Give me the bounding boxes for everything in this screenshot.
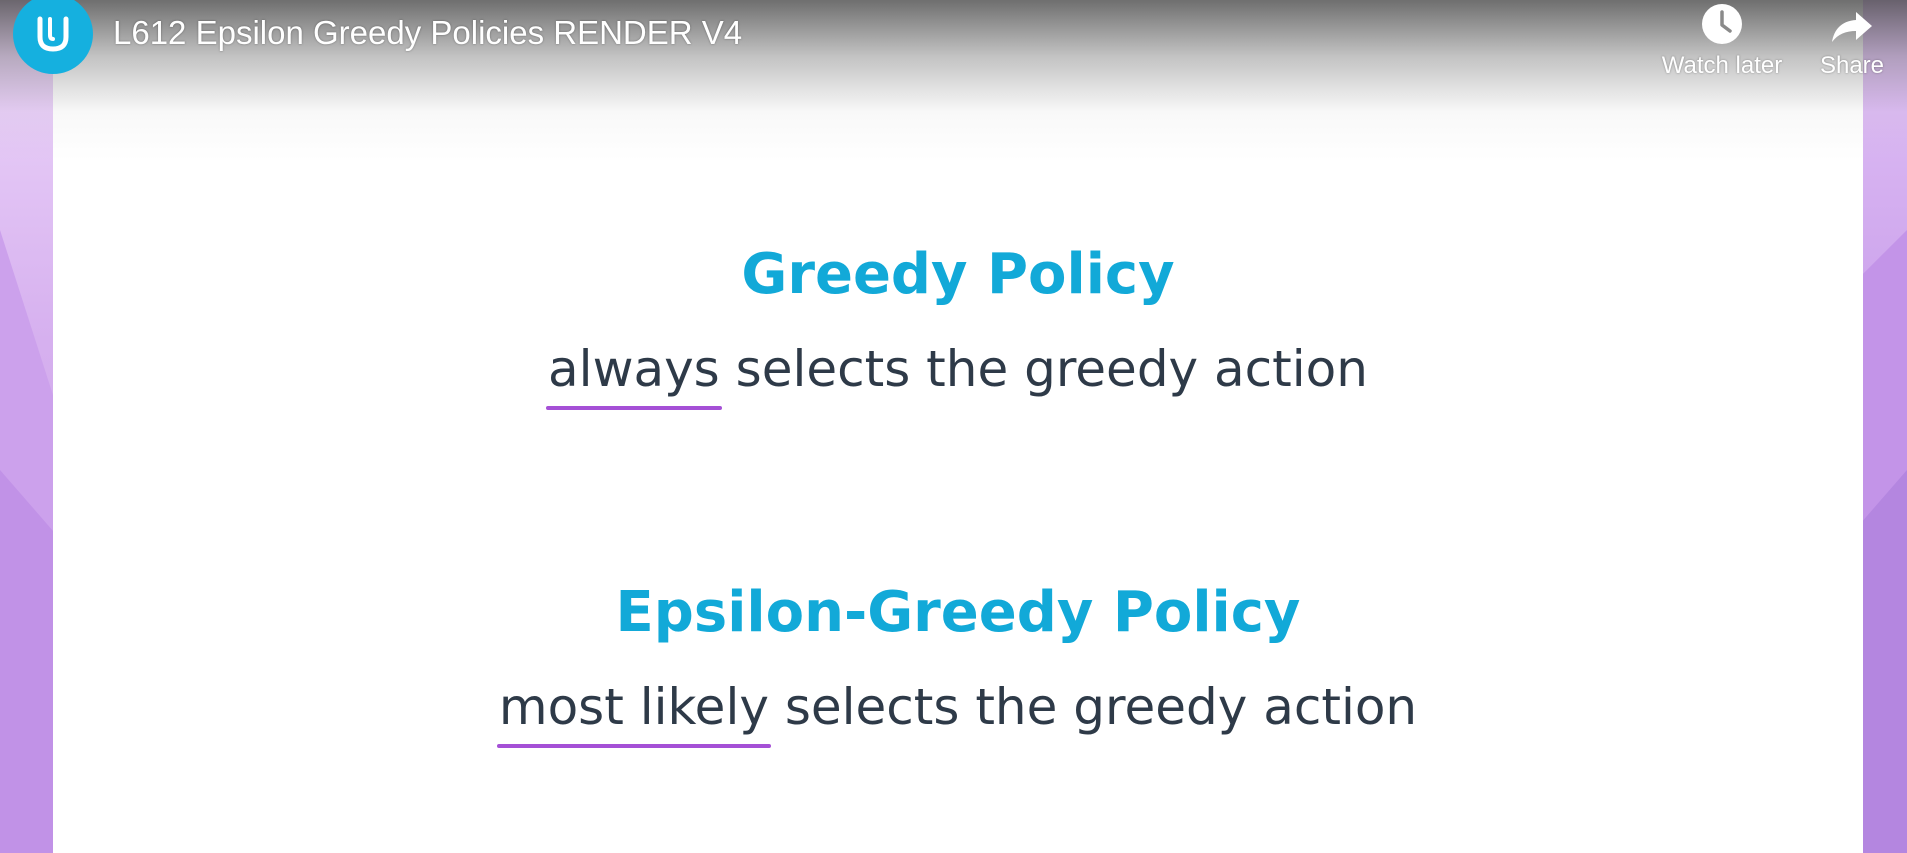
share-arrow-icon [1832,12,1872,42]
description-text: selects the greedy action [719,340,1368,398]
emphasized-term: most likely [496,678,771,748]
watch-later-button[interactable]: Watch later [1652,0,1792,80]
clock-icon [1702,4,1742,44]
policy-description: most likely selects the greedy action [53,676,1863,748]
description-text: selects the greedy action [768,678,1418,736]
background-right-facet-lower [1857,470,1907,853]
udacity-u-glyph [37,16,69,52]
slide-heading: Greedy Policy [741,242,1175,307]
share-label: Share [1819,52,1885,79]
greedy-policy-section: Greedy Policy always selects the greedy … [53,240,1863,410]
share-button[interactable]: Share [1812,0,1892,80]
emphasized-term: always [546,340,722,410]
slide-heading: Epsilon-Greedy Policy [615,580,1301,645]
epsilon-greedy-policy-section: Epsilon-Greedy Policy most likely select… [53,578,1863,748]
video-player[interactable]: Greedy Policy always selects the greedy … [0,0,1907,853]
policy-description: always selects the greedy action [53,338,1863,410]
watch-later-label: Watch later [1661,52,1783,79]
video-title[interactable]: L612 Epsilon Greedy Policies RENDER V4 [113,14,742,52]
